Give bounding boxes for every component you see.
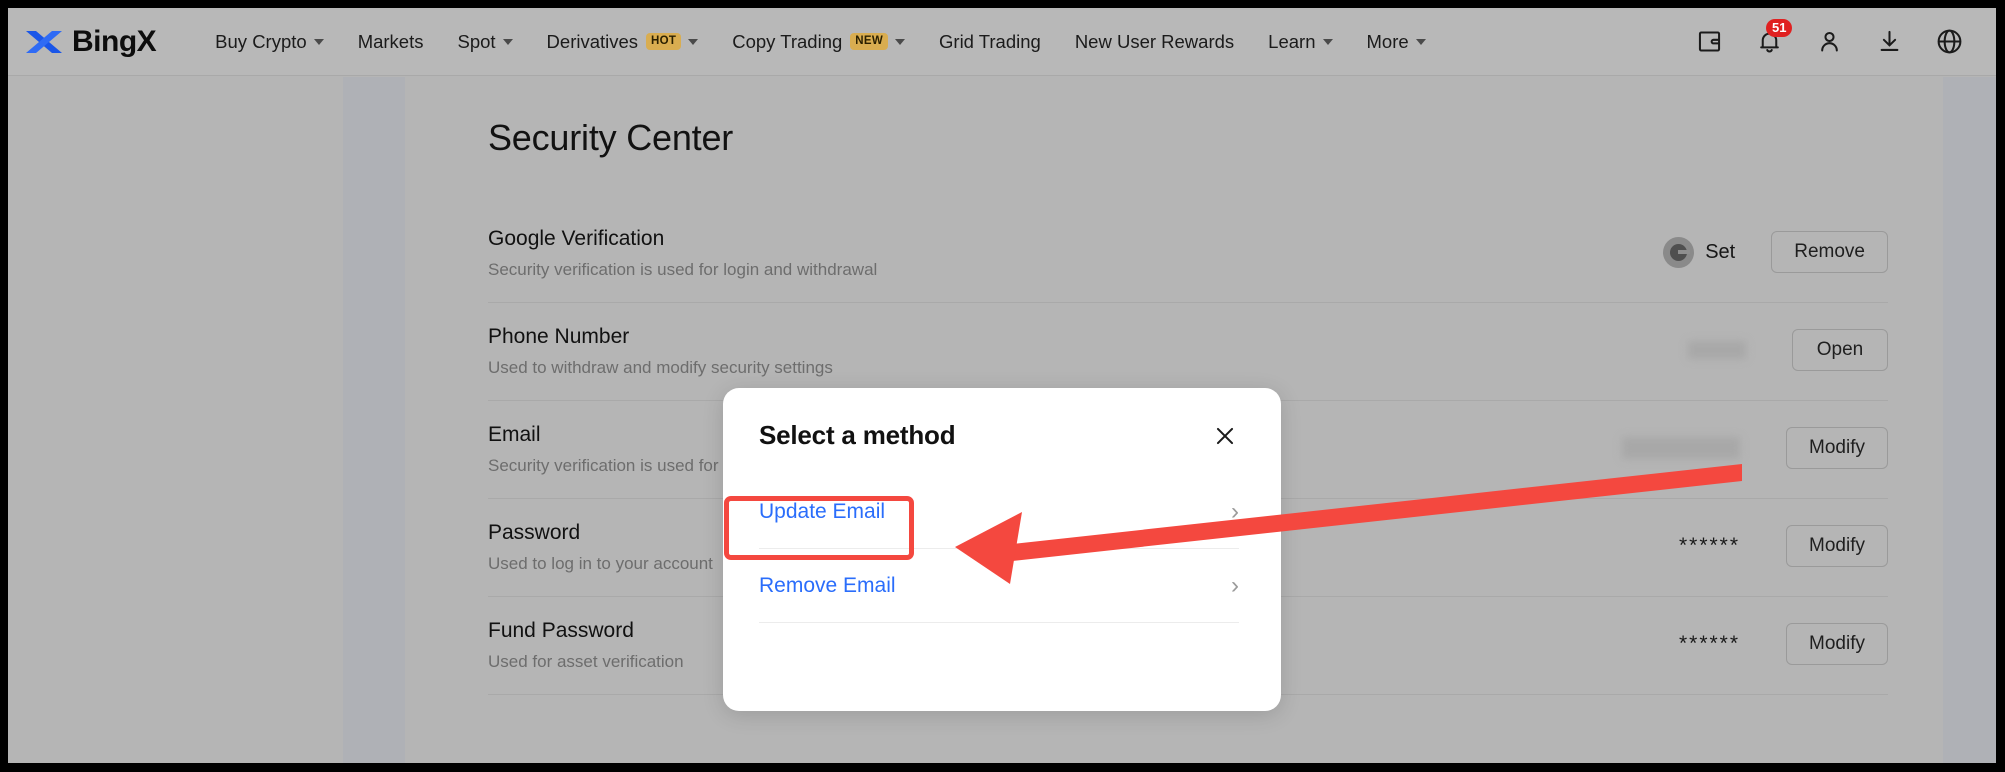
chevron-right-icon: › [1231,571,1239,599]
nav-item-copy-trading[interactable]: Copy Trading NEW [715,8,922,76]
nav-item-learn[interactable]: Learn [1251,8,1349,76]
wallet-icon[interactable] [1692,25,1726,59]
option-remove-email[interactable]: Remove Email › [759,549,1239,623]
page-title: Security Center [488,117,734,158]
nav-item-label: Derivatives [546,30,639,52]
chevron-down-icon [1415,38,1426,45]
option-label: Remove Email [759,573,896,597]
select-method-dialog: Select a method Update Email › Remove Em… [723,388,1281,711]
dialog-option-list: Update Email › Remove Email › [723,475,1281,623]
notification-bell-icon[interactable]: 51 [1752,18,1793,59]
navbar-icon-group: 51 [1692,18,1966,59]
row-description: Used to withdraw and modify security set… [488,358,833,377]
nav-item-label: Grid Trading [939,30,1041,52]
nav-item-markets[interactable]: Markets [341,8,441,76]
open-button[interactable]: Open [1792,329,1888,371]
nav-item-label: Buy Crypto [215,30,307,52]
chevron-down-icon [895,38,906,45]
bingx-logo[interactable]: BingX [24,24,157,59]
google-authenticator-icon [1663,236,1695,268]
bingx-logo-mark-icon [24,27,66,57]
modify-password-button[interactable]: Modify [1786,525,1888,567]
chevron-down-icon [502,38,513,45]
modify-email-button[interactable]: Modify [1786,427,1888,469]
redacted-phone-value [1688,341,1746,359]
nav-item-new-user-rewards[interactable]: New User Rewards [1058,8,1251,76]
chevron-right-icon: › [1231,497,1239,525]
redacted-email-value [1622,437,1741,459]
nav-item-label: Spot [457,30,496,52]
nav-item-label: Learn [1268,30,1316,52]
screenshot-root: BingX Buy Crypto Markets Spot Derivative… [0,0,2005,772]
dialog-header: Select a method [723,388,1281,451]
nav-item-derivatives[interactable]: Derivatives HOT [530,8,716,76]
row-description: Security verification is used for login … [488,260,878,279]
dialog-title: Select a method [759,420,956,450]
download-icon[interactable] [1872,25,1906,59]
nav-item-spot[interactable]: Spot [440,8,529,76]
row-text-block: Phone Number Used to withdraw and modify… [488,325,1418,378]
google-auth-status: Set [1663,236,1736,268]
close-icon[interactable] [1211,422,1239,450]
nav-item-grid-trading[interactable]: Grid Trading [922,8,1058,76]
option-label: Update Email [759,499,886,523]
row-action-block: Modify [1418,423,1888,469]
screenshot-border-bottom [0,763,2005,772]
chevron-down-icon [688,38,699,45]
screenshot-border-left [0,0,8,772]
user-profile-icon[interactable] [1812,25,1846,59]
option-update-email[interactable]: Update Email › [759,475,1239,549]
nav-item-label: New User Rewards [1074,30,1235,52]
nav-item-label: Markets [357,30,424,52]
chevron-down-icon [1322,38,1333,45]
right-background-band [1943,77,1996,763]
row-action-block: Open [1418,325,1888,371]
hot-badge: HOT [646,33,682,50]
nav-item-label: Copy Trading [732,30,843,52]
nav-item-label: More [1366,30,1409,52]
language-globe-icon[interactable] [1932,25,1966,59]
security-row-google-verification: Google Verification Security verificatio… [488,205,1888,303]
screenshot-border-right [1996,0,2005,772]
nav-menu: Buy Crypto Markets Spot Derivatives HOT … [198,8,1442,76]
row-title: Phone Number [488,325,630,348]
notification-count-badge: 51 [1766,18,1793,38]
screenshot-border-top [0,0,2005,8]
new-badge: NEW [850,33,889,50]
modify-fund-password-button[interactable]: Modify [1786,623,1888,665]
remove-button[interactable]: Remove [1771,231,1888,273]
nav-item-buy-crypto[interactable]: Buy Crypto [198,8,341,76]
row-title: Google Verification [488,227,665,250]
left-background-band [343,77,405,763]
row-action-block: Set Remove [1418,227,1888,273]
row-status-text: Set [1705,240,1736,263]
row-text-block: Google Verification Security verificatio… [488,227,1418,280]
row-action-block: ****** Modify [1418,619,1888,665]
top-navbar: BingX Buy Crypto Markets Spot Derivative… [8,8,1996,76]
chevron-down-icon [313,38,324,45]
row-action-block: ****** Modify [1418,521,1888,567]
bingx-logo-text: BingX [72,24,157,58]
nav-item-more[interactable]: More [1350,8,1443,76]
masked-password-value: ****** [1678,534,1741,557]
security-row-phone-number: Phone Number Used to withdraw and modify… [488,303,1888,401]
masked-fund-password-value: ****** [1678,632,1741,655]
